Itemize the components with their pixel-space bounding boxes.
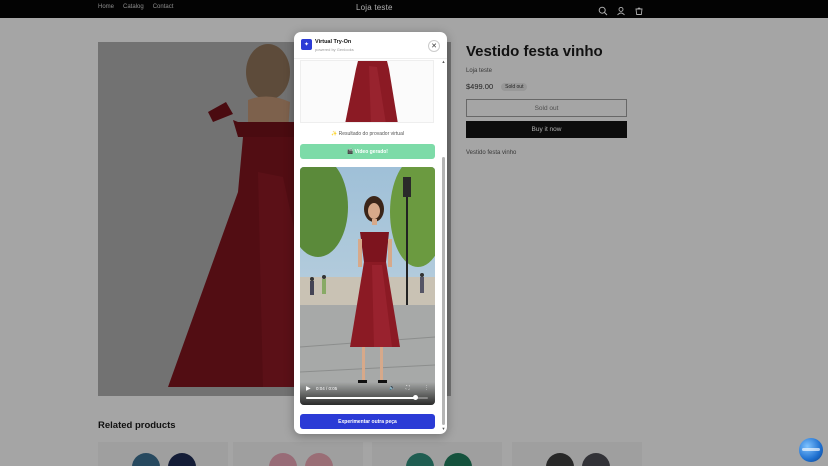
chat-widget-globe-icon[interactable]	[799, 438, 823, 462]
try-on-video-player[interactable]: ▶ 0:04 / 0:05 🔈 ⛶ ⋮	[300, 167, 435, 405]
scroll-down-icon[interactable]: ▼	[441, 426, 446, 432]
modal-header: ✦ Virtual Try-On powered by Genlooks ✕	[294, 32, 447, 59]
video-progress-handle[interactable]	[413, 395, 419, 400]
video-time: 0:04 / 0:05	[316, 386, 338, 391]
scroll-up-icon[interactable]: ▲	[441, 59, 446, 65]
garment-image	[300, 60, 434, 123]
play-icon[interactable]: ▶	[306, 385, 311, 392]
video-progress-bar[interactable]	[306, 395, 428, 400]
modal-title: Virtual Try-On	[315, 39, 352, 45]
modal-body: ✨ Resultado do provador virtual 🎬 Vídeo …	[294, 59, 447, 434]
fullscreen-icon[interactable]: ⛶	[406, 385, 410, 391]
result-label: ✨ Resultado do provador virtual	[331, 131, 404, 137]
scrollbar-thumb[interactable]	[442, 157, 445, 425]
video-progress-fill	[306, 397, 416, 399]
try-another-item-button[interactable]: Experimentar outra peça	[300, 414, 435, 429]
try-on-logo-icon: ✦	[301, 39, 312, 50]
video-controls: ▶ 0:04 / 0:05 🔈 ⛶ ⋮	[300, 382, 435, 405]
modal-scrollbar[interactable]: ▲ ▼	[441, 59, 446, 432]
more-options-icon[interactable]: ⋮	[424, 385, 429, 391]
video-generated-button[interactable]: 🎬 Vídeo gerado!	[300, 144, 435, 159]
volume-icon[interactable]: 🔈	[389, 385, 395, 391]
close-icon[interactable]: ✕	[428, 40, 440, 52]
modal-subtitle: powered by Genlooks	[315, 47, 354, 52]
virtual-try-on-modal: ✦ Virtual Try-On powered by Genlooks ✕ ✨…	[294, 32, 447, 434]
